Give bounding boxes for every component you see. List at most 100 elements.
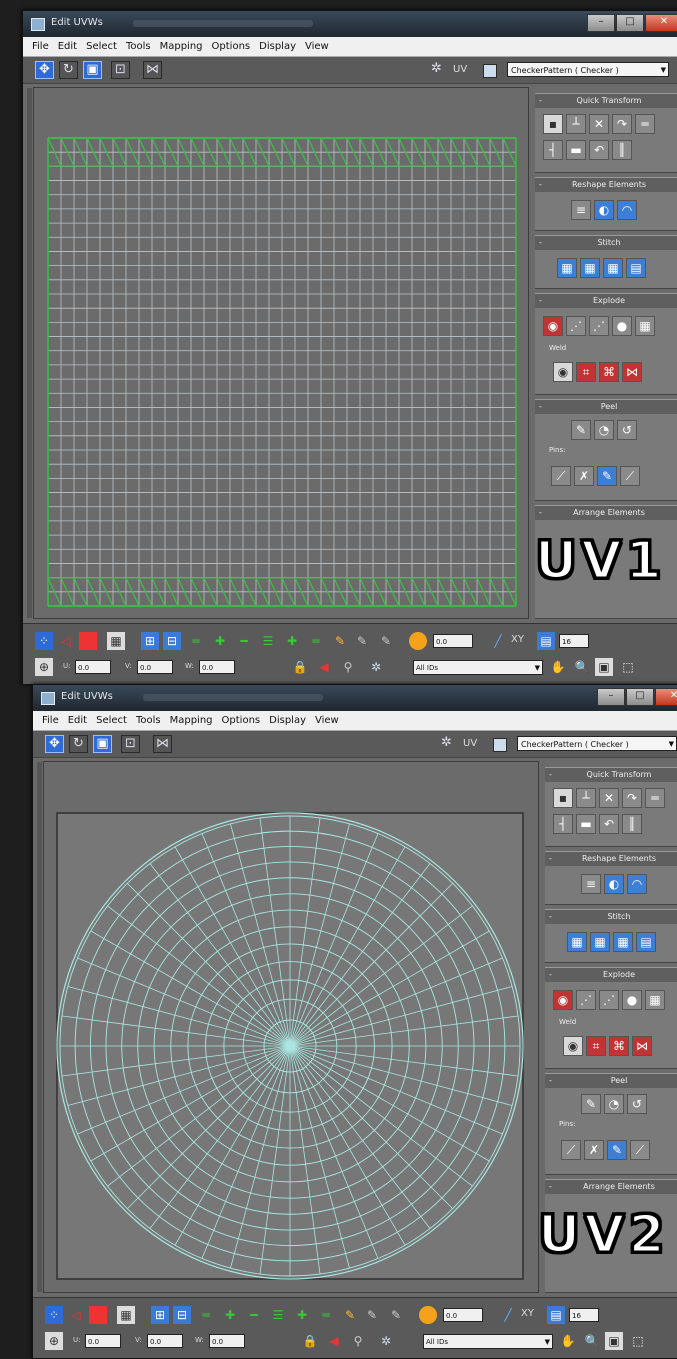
straighten-selection-icon[interactable]: ≡: [571, 200, 591, 220]
absolute-offset-icon[interactable]: ⊕: [45, 1332, 63, 1350]
flatten-by-material-icon[interactable]: ⋰: [599, 990, 619, 1010]
select-element-icon[interactable]: ▦: [107, 632, 125, 650]
select-face-icon[interactable]: [79, 632, 97, 650]
hide-icon[interactable]: ◀: [315, 658, 333, 676]
paint-grow-icon[interactable]: ✎: [353, 632, 371, 650]
straighten-icon[interactable]: ▬: [566, 140, 586, 160]
paint-select-icon[interactable]: ✎: [331, 632, 349, 650]
align-vertical-icon[interactable]: ┴: [576, 788, 596, 808]
close-button[interactable]: ✕: [655, 688, 677, 706]
options-star-icon[interactable]: ✲: [427, 61, 446, 79]
break-icon[interactable]: ◉: [543, 316, 563, 336]
flatten-by-smoothing-icon[interactable]: ⋰: [576, 990, 596, 1010]
shrink-loop-icon[interactable]: ━: [235, 632, 253, 650]
menu-view[interactable]: View: [305, 41, 329, 52]
set-pivot-icon[interactable]: ▪: [553, 788, 573, 808]
edge-loop-icon[interactable]: ═: [197, 1306, 215, 1324]
grow-ring-icon[interactable]: ✚: [293, 1306, 311, 1324]
w-value-field[interactable]: 0.0: [199, 660, 235, 674]
reset-peel-icon[interactable]: ↺: [627, 1094, 647, 1114]
rotate-icon[interactable]: ↻: [69, 735, 88, 753]
space-vertical-icon[interactable]: ║: [612, 140, 632, 160]
shrink-ring-icon[interactable]: ═: [307, 632, 325, 650]
filter-selected-icon[interactable]: ✲: [377, 1332, 395, 1350]
target-weld-icon[interactable]: ◉: [553, 362, 573, 382]
break-icon[interactable]: ◉: [553, 990, 573, 1010]
align-vertical-icon[interactable]: ┴: [566, 114, 586, 134]
grow-selection-icon[interactable]: ⊞: [151, 1306, 169, 1324]
flatten-by-polygon-icon[interactable]: ●: [622, 990, 642, 1010]
menu-file[interactable]: File: [42, 715, 59, 726]
peel-mode-icon[interactable]: ◔: [594, 420, 614, 440]
vertical-scrollbar[interactable]: [37, 762, 42, 1292]
freeform-icon[interactable]: ⊡: [111, 61, 130, 79]
texture-map-icon[interactable]: ▤: [537, 632, 555, 650]
grow-loop-icon[interactable]: ✚: [221, 1306, 239, 1324]
edit-pins-icon[interactable]: ✎: [607, 1140, 627, 1160]
texture-dropdown[interactable]: CheckerPattern ( Checker ) ▼: [507, 62, 669, 77]
lock-icon[interactable]: 🔒: [301, 1332, 319, 1350]
soft-selection-icon[interactable]: [419, 1306, 437, 1324]
select-face-icon[interactable]: [89, 1306, 107, 1324]
scale-icon[interactable]: ▣: [93, 735, 112, 753]
mirror-icon[interactable]: ⋈: [143, 61, 162, 79]
lock-icon[interactable]: 🔒: [291, 658, 309, 676]
pan-hand-icon[interactable]: ✋: [549, 658, 567, 676]
menu-mapping[interactable]: Mapping: [170, 715, 213, 726]
zoom-field[interactable]: 16: [569, 1308, 599, 1322]
menu-display[interactable]: Display: [269, 715, 306, 726]
quick-peel-icon[interactable]: ✎: [581, 1094, 601, 1114]
filter-ids-dropdown[interactable]: All IDs ▼: [423, 1334, 553, 1349]
stitch-to-target-icon[interactable]: ▦: [557, 258, 577, 278]
select-element-icon[interactable]: ▦: [117, 1306, 135, 1324]
uv-editor-viewport[interactable]: [27, 87, 529, 619]
select-edge-icon[interactable]: ◁: [57, 632, 75, 650]
falloff-line-icon[interactable]: ╱: [489, 632, 507, 650]
relax-icon[interactable]: ◐: [604, 874, 624, 894]
menu-edit[interactable]: Edit: [68, 715, 87, 726]
shrink-loop-icon[interactable]: ━: [245, 1306, 263, 1324]
edge-ring-icon[interactable]: ☰: [269, 1306, 287, 1324]
weld-all-selected-icon[interactable]: ⌘: [599, 362, 619, 382]
edge-loop-icon[interactable]: ═: [187, 632, 205, 650]
weld-selected-icon[interactable]: ⌗: [586, 1036, 606, 1056]
menu-select[interactable]: Select: [96, 715, 127, 726]
grow-selection-icon[interactable]: ⊞: [141, 632, 159, 650]
shrink-selection-icon[interactable]: ⊟: [173, 1306, 191, 1324]
space-horizontal-icon[interactable]: ═: [645, 788, 665, 808]
mirror-icon[interactable]: ⋈: [153, 735, 172, 753]
u-value-field[interactable]: 0.0: [85, 1334, 121, 1348]
explode-grid-icon[interactable]: ▦: [645, 990, 665, 1010]
menu-select[interactable]: Select: [86, 41, 117, 52]
menu-options[interactable]: Options: [212, 41, 251, 52]
pin-icon[interactable]: ⟋: [561, 1140, 581, 1160]
zoom-icon[interactable]: 🔍: [573, 658, 591, 676]
close-button[interactable]: ✕: [645, 14, 677, 32]
show-map-icon[interactable]: [493, 738, 507, 752]
unpin-icon[interactable]: ✗: [584, 1140, 604, 1160]
zoom-icon[interactable]: 🔍: [583, 1332, 601, 1350]
menu-file[interactable]: File: [32, 41, 49, 52]
target-weld-icon[interactable]: ◉: [563, 1036, 583, 1056]
title-bar[interactable]: Edit UVWs – □ ✕: [23, 11, 677, 37]
texture-dropdown[interactable]: CheckerPattern ( Checker ) ▼: [517, 736, 677, 751]
paint-shrink-icon[interactable]: ✎: [387, 1306, 405, 1324]
space-horizontal-icon[interactable]: ═: [635, 114, 655, 134]
rotate-icon[interactable]: ↻: [59, 61, 78, 79]
select-edge-icon[interactable]: ◁: [67, 1306, 85, 1324]
menu-view[interactable]: View: [315, 715, 339, 726]
select-vertex-icon[interactable]: ⁘: [45, 1306, 63, 1324]
edge-ring-icon[interactable]: ☰: [259, 632, 277, 650]
freeform-icon[interactable]: ⊡: [121, 735, 140, 753]
auto-pin-icon[interactable]: ⟋: [630, 1140, 650, 1160]
weld-selected-icon[interactable]: ⌗: [576, 362, 596, 382]
rotate-plus-icon[interactable]: ↷: [622, 788, 642, 808]
align-to-edge-icon[interactable]: ┤: [553, 814, 573, 834]
flatten-by-smoothing-icon[interactable]: ⋰: [566, 316, 586, 336]
stitch-to-average-icon[interactable]: ▦: [590, 932, 610, 952]
quick-peel-icon[interactable]: ✎: [571, 420, 591, 440]
explode-grid-icon[interactable]: ▦: [635, 316, 655, 336]
pin-icon[interactable]: ⟋: [551, 466, 571, 486]
menu-mapping[interactable]: Mapping: [160, 41, 203, 52]
soft-selection-icon[interactable]: [409, 632, 427, 650]
